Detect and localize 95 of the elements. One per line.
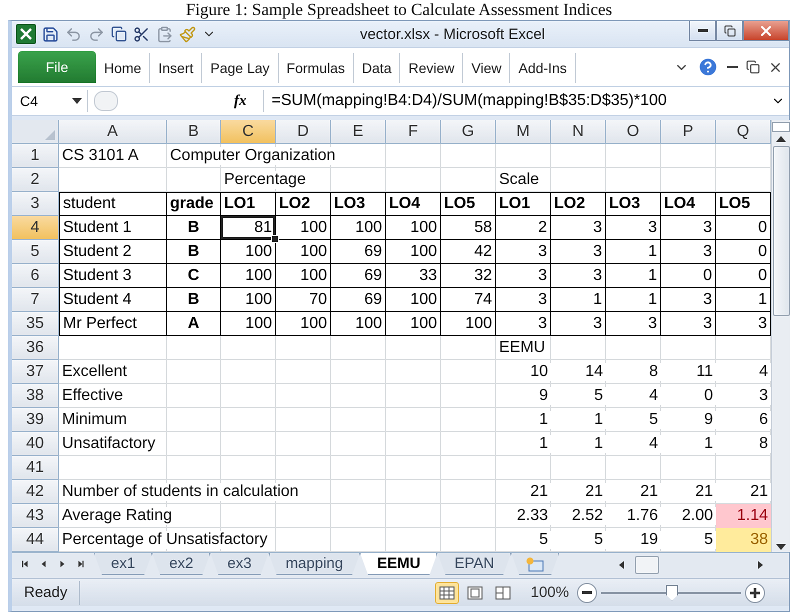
ribbon-tab[interactable]: Page Lay — [202, 53, 279, 83]
figure-caption: Figure 1: Sample Spreadsheet to Calculate Assessment Indices — [186, 0, 612, 20]
save-icon[interactable] — [42, 26, 59, 42]
table-cell: student — [59, 192, 167, 216]
page-break-icon — [494, 586, 511, 600]
file-tab[interactable]: File — [18, 51, 96, 83]
minimize-icon — [698, 29, 708, 32]
help-icon[interactable] — [697, 56, 719, 78]
cell-text: 4 — [646, 435, 661, 453]
new-sheet-icon — [525, 556, 546, 572]
row-header[interactable]: 37 — [12, 360, 59, 384]
column-header[interactable]: D — [276, 120, 331, 144]
row-header[interactable]: 2 — [12, 168, 59, 192]
previous-sheet-icon[interactable] — [40, 559, 48, 569]
page-icon — [466, 586, 483, 600]
row-header[interactable]: 7 — [12, 288, 59, 312]
row-header[interactable]: 40 — [12, 432, 59, 456]
column-header[interactable]: G — [441, 120, 496, 144]
row-header[interactable]: 39 — [12, 408, 59, 432]
column-header[interactable]: O — [606, 120, 661, 144]
zoom-thumb[interactable] — [666, 584, 678, 600]
row-header[interactable]: 35 — [12, 312, 59, 336]
table-cell: 38 — [716, 528, 771, 552]
sheet-tab[interactable]: mapping — [268, 553, 360, 575]
excel-logo-icon — [16, 24, 36, 44]
sheet-tab[interactable]: ex2 — [152, 553, 210, 575]
zoom-out-button[interactable] — [577, 582, 597, 602]
ribbon-tab[interactable]: Add-Ins — [510, 53, 576, 83]
window-title: vector.xlsx - Microsoft Excel — [358, 26, 546, 42]
clipboard-icon[interactable] — [156, 26, 173, 42]
scroll-up-icon[interactable] — [775, 134, 787, 144]
table-cell: 1.14 — [716, 504, 771, 528]
ribbon-tab[interactable]: Home — [96, 53, 150, 83]
last-sheet-icon[interactable] — [76, 559, 84, 569]
first-sheet-icon[interactable] — [22, 559, 30, 569]
maximize-button[interactable] — [716, 21, 743, 41]
row-header[interactable]: 3 — [12, 192, 59, 216]
column-header[interactable]: E — [331, 120, 386, 144]
column-header[interactable]: C — [221, 120, 276, 144]
row-header[interactable]: 5 — [12, 240, 59, 264]
column-header[interactable]: M — [496, 120, 551, 144]
grid-icon — [438, 586, 455, 600]
column-header[interactable]: B — [167, 120, 221, 144]
status-text: Ready — [12, 580, 80, 604]
cell-text: 4 — [646, 387, 661, 405]
scissors-icon[interactable] — [133, 26, 150, 42]
sheet-tab[interactable]: ex1 — [94, 553, 152, 575]
column-header[interactable]: Q — [716, 120, 771, 144]
insert-function-button[interactable]: fx — [234, 92, 256, 110]
zoom-in-button[interactable] — [745, 582, 765, 602]
close-button[interactable] — [743, 21, 789, 41]
row-header[interactable]: 1 — [12, 144, 59, 168]
table-cell: 81 — [221, 216, 276, 240]
ribbon-tab[interactable]: Data — [354, 53, 400, 83]
sheet-tab[interactable]: EPAN — [437, 553, 512, 575]
next-sheet-icon[interactable] — [58, 559, 66, 569]
row-header[interactable]: 42 — [12, 480, 59, 504]
row-header[interactable]: 36 — [12, 336, 59, 360]
row-header[interactable]: 44 — [12, 528, 59, 552]
plus-icon — [749, 586, 761, 598]
table-cell: LO1 — [221, 192, 276, 216]
cell-text: 4 — [756, 363, 771, 381]
column-header[interactable]: A — [59, 120, 167, 144]
sheet-tab[interactable]: EEMU — [360, 553, 438, 575]
restore-icon — [724, 24, 736, 36]
name-box[interactable]: C4 — [16, 90, 88, 112]
caret-icon[interactable] — [71, 96, 83, 106]
fill-handle[interactable] — [271, 235, 279, 243]
minimize-button[interactable] — [689, 21, 716, 41]
sheet-tab[interactable]: ex3 — [210, 553, 269, 575]
ribbon-tab[interactable]: View — [463, 53, 510, 83]
scrollbar-thumb[interactable] — [635, 556, 659, 574]
column-header[interactable]: P — [661, 120, 716, 144]
resize-grip-icon[interactable] — [94, 91, 118, 111]
scroll-right-icon[interactable] — [755, 560, 765, 570]
row-header[interactable]: 41 — [12, 456, 59, 480]
row-header[interactable]: 4 — [12, 216, 59, 240]
row-header[interactable]: 38 — [12, 384, 59, 408]
ribbon-tab[interactable]: Review — [400, 53, 464, 83]
normal-view-button[interactable] — [434, 582, 459, 604]
row-header[interactable]: 43 — [12, 504, 59, 528]
ribbon-tab[interactable]: Insert — [150, 53, 202, 83]
restore-icon[interactable] — [746, 60, 760, 74]
scrollbar-thumb[interactable] — [772, 146, 790, 316]
minus-icon — [582, 591, 592, 594]
corner-triangle-icon — [45, 130, 55, 140]
vertical-scrollbar[interactable] — [771, 120, 790, 552]
copy-icon[interactable] — [111, 26, 127, 42]
ribbon-tab[interactable]: Formulas — [278, 53, 354, 83]
zoom-level[interactable]: 100% — [530, 584, 569, 601]
formula-field[interactable]: =SUM(mapping!B4:D4)/SUM(mapping!B$35:D$35)*100 — [262, 90, 765, 112]
column-header[interactable]: N — [551, 120, 606, 144]
column-header[interactable]: F — [386, 120, 441, 144]
scroll-left-icon[interactable] — [617, 560, 627, 570]
row-header[interactable]: 6 — [12, 264, 59, 288]
